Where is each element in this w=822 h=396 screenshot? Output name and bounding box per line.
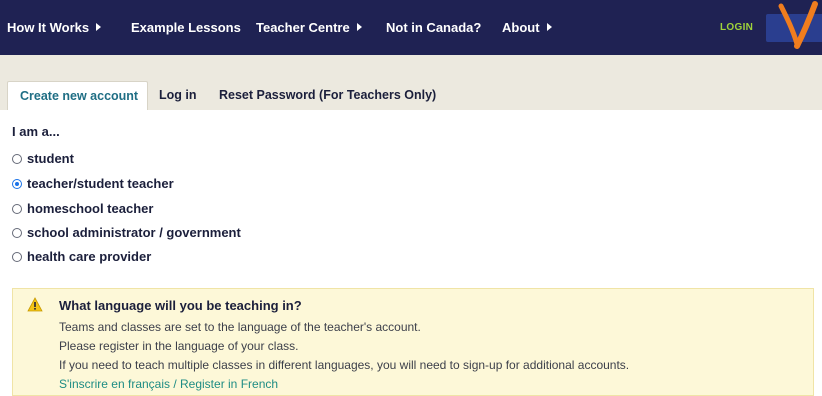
notice-line: If you need to teach multiple classes in…: [59, 358, 630, 372]
notice-title: What language will you be teaching in?: [59, 298, 302, 313]
role-option-student[interactable]: student: [12, 150, 74, 168]
nav-teacher-centre-label: Teacher Centre: [256, 20, 350, 35]
nav-not-in-canada-label: Not in Canada?: [386, 20, 482, 35]
nav-how-it-works-label: How It Works: [7, 20, 90, 35]
radio-button[interactable]: [12, 228, 22, 238]
nav-how-it-works[interactable]: How It Works: [7, 19, 102, 37]
notice-line: Please register in the language of your …: [59, 339, 299, 353]
top-navigation: How It Works Example Lessons Teacher Cen…: [0, 0, 822, 55]
role-option-teacher[interactable]: teacher/student teacher: [12, 175, 174, 193]
nav-about-label: About: [502, 20, 540, 35]
radio-button[interactable]: [12, 204, 22, 214]
arrow-annotation-icon: [778, 1, 818, 49]
tabs-bar: Create new account Log in Reset Password…: [0, 55, 822, 110]
caret-right-icon: [546, 23, 552, 31]
tab-reset-password[interactable]: Reset Password (For Teachers Only): [219, 81, 436, 110]
role-option-label: student: [27, 151, 74, 166]
role-option-health-care[interactable]: health care provider: [12, 248, 151, 266]
language-notice: What language will you be teaching in? T…: [12, 288, 814, 396]
role-option-label: homeschool teacher: [27, 201, 154, 216]
role-heading: I am a...: [12, 124, 60, 139]
nav-about[interactable]: About: [502, 19, 552, 37]
nav-not-in-canada[interactable]: Not in Canada?: [386, 19, 481, 37]
register-in-french-link[interactable]: S'inscrire en français / Register in Fre…: [59, 376, 278, 392]
radio-button[interactable]: [12, 252, 22, 262]
caret-right-icon: [96, 23, 102, 31]
nav-example-lessons[interactable]: Example Lessons: [131, 19, 241, 37]
radio-button-checked[interactable]: [12, 179, 22, 189]
role-option-label: school administrator / government: [27, 225, 241, 240]
nav-example-lessons-label: Example Lessons: [131, 20, 241, 35]
role-option-label: teacher/student teacher: [27, 176, 174, 191]
role-option-administrator[interactable]: school administrator / government: [12, 224, 241, 242]
nav-teacher-centre[interactable]: Teacher Centre: [256, 19, 362, 37]
tab-create-new-account[interactable]: Create new account: [7, 81, 148, 110]
login-link[interactable]: LOGIN: [720, 21, 753, 35]
role-option-homeschool[interactable]: homeschool teacher: [12, 200, 153, 218]
warning-icon: [27, 297, 43, 312]
caret-right-icon: [356, 23, 362, 31]
role-option-label: health care provider: [27, 249, 152, 264]
tab-log-in[interactable]: Log in: [159, 81, 197, 110]
radio-button[interactable]: [12, 154, 22, 164]
notice-line: Teams and classes are set to the languag…: [59, 320, 421, 334]
